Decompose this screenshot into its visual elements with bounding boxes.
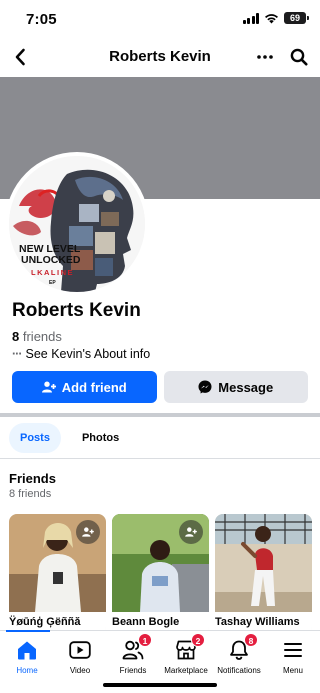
- video-icon: [69, 641, 91, 659]
- tabs-divider: [0, 458, 320, 459]
- status-time: 7:05: [26, 11, 57, 28]
- about-link-label: See Kevin's About info: [25, 347, 151, 361]
- nav-menu-label: Menu: [282, 666, 303, 675]
- profile-avatar[interactable]: NEW LEVEL UNLOCKED LKALINE EP: [5, 152, 149, 296]
- friends-grid: Ÿøūńģ Ģëññă Beann Bogle Tashay Williams: [9, 514, 320, 634]
- nav-menu[interactable]: Menu: [261, 639, 320, 675]
- wifi-icon: [265, 13, 278, 23]
- add-person-icon: [82, 527, 94, 537]
- home-icon: [18, 641, 36, 660]
- notifications-badge: 8: [244, 633, 258, 647]
- message-label: Message: [218, 379, 274, 395]
- search-icon: [290, 48, 308, 66]
- section-divider: [0, 413, 320, 417]
- tab-posts[interactable]: Posts: [9, 423, 61, 453]
- message-button[interactable]: Message: [163, 371, 308, 403]
- nav-home-label: Home: [16, 666, 38, 675]
- artwork-text-line2: UNLOCKED: [21, 254, 81, 266]
- status-bar: 7:05 69: [0, 0, 320, 38]
- nav-video-label: Video: [69, 666, 91, 675]
- add-friend-button[interactable]: Add friend: [12, 371, 157, 403]
- menu-icon: [284, 643, 302, 657]
- cellular-signal-icon: [242, 12, 259, 24]
- friends-count[interactable]: 8 friends: [12, 329, 62, 344]
- add-person-icon: [41, 381, 56, 393]
- top-bar: Roberts Kevin: [0, 38, 320, 76]
- friend-card[interactable]: Beann Bogle: [112, 514, 209, 634]
- action-buttons: Add friend Message: [12, 371, 308, 403]
- bottom-nav: Home Video 1 Friends 2 Marketplace 8 Not…: [0, 630, 320, 693]
- active-tab-indicator: [6, 630, 50, 632]
- nav-notifications-label: Notifications: [217, 666, 261, 675]
- messenger-icon: [198, 380, 212, 394]
- profile-tabs: Posts Photos: [9, 423, 130, 453]
- about-link[interactable]: ··· See Kevin's About info: [12, 347, 150, 361]
- friends-section-title: Friends: [9, 471, 56, 486]
- home-indicator: [103, 683, 217, 687]
- tab-photos[interactable]: Photos: [71, 423, 130, 453]
- artwork-text-line3: LKALINE: [31, 268, 74, 277]
- friend-card[interactable]: Ÿøūńģ Ģëññă: [9, 514, 106, 634]
- friend-card[interactable]: Tashay Williams: [215, 514, 312, 634]
- more-button[interactable]: [254, 46, 276, 68]
- friends-count-word: friends: [22, 329, 62, 344]
- battery-icon: 69: [284, 12, 309, 24]
- profile-name: Roberts Kevin: [12, 300, 141, 321]
- marketplace-badge: 2: [191, 633, 205, 647]
- friends-section-subtitle[interactable]: 8 friends: [9, 488, 51, 500]
- add-person-icon: [185, 527, 197, 537]
- add-friend-badge[interactable]: [179, 520, 203, 544]
- friend-photo: [215, 514, 312, 612]
- more-icon: [257, 55, 273, 59]
- artwork-text-line4: EP: [49, 280, 56, 286]
- nav-friends-label: Friends: [119, 666, 147, 675]
- nav-marketplace-label: Marketplace: [164, 666, 208, 675]
- search-button[interactable]: [288, 46, 310, 68]
- friends-badge: 1: [138, 633, 152, 647]
- more-dots-icon: ···: [12, 347, 22, 361]
- status-icons: 69: [242, 12, 309, 24]
- friends-count-number: 8: [12, 329, 20, 344]
- add-friend-label: Add friend: [61, 379, 127, 395]
- add-friend-badge[interactable]: [76, 520, 100, 544]
- avatar-artwork: NEW LEVEL UNLOCKED LKALINE EP: [9, 156, 145, 292]
